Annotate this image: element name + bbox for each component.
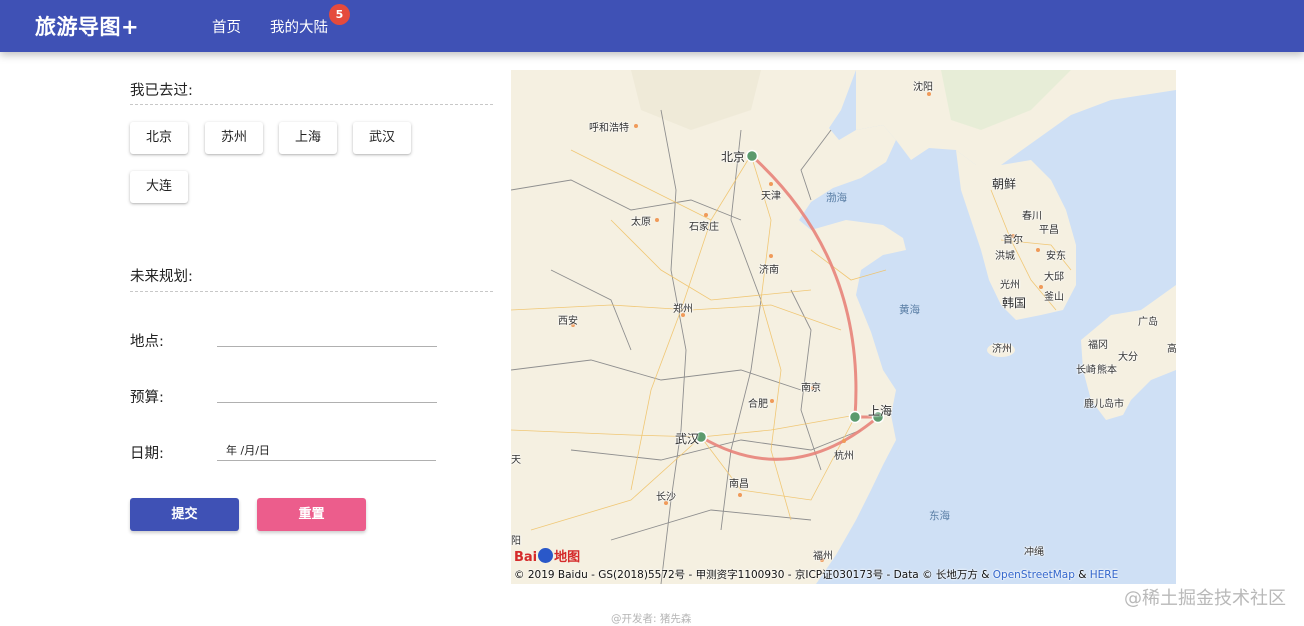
map-label-zhengzhou: 郑州 xyxy=(673,304,693,315)
baidu-logo-map-text: 地图 xyxy=(554,550,581,565)
map-label-fuzhou: 福州 xyxy=(813,551,833,562)
map-label-nagasaki: 长崎 xyxy=(1076,365,1096,376)
map-canvas xyxy=(511,70,1176,584)
map-label-shanghai: 上海 xyxy=(868,404,893,418)
app-bar: 旅游导图+ 首页 我的大陆 5 xyxy=(0,0,1304,52)
visited-city-chip[interactable]: 上海 xyxy=(279,122,337,154)
map-label-xian: 西安 xyxy=(558,316,578,327)
date-label: 日期: xyxy=(130,446,164,462)
map-label-jinan: 济南 xyxy=(759,265,779,276)
baidu-paw-icon xyxy=(538,548,554,563)
baidu-logo-text: Bai xyxy=(514,550,538,565)
map-label-shijiazhuang: 石家庄 xyxy=(689,222,719,233)
map-label-hohhot: 呼和浩特 xyxy=(589,123,629,134)
map-label-yang: 阳 xyxy=(511,536,521,547)
map-label-nanchang: 南昌 xyxy=(729,479,749,490)
openstreetmap-link[interactable]: OpenStreetMap xyxy=(993,569,1075,581)
visited-city-chip[interactable]: 苏州 xyxy=(205,122,263,154)
plan-title: 未来规划: xyxy=(130,269,193,285)
map-label-chunchuan: 春川 xyxy=(1022,211,1042,222)
map-label-daegu: 大邱 xyxy=(1044,272,1064,283)
map-label-gwangju: 光州 xyxy=(1000,280,1020,291)
here-link[interactable]: HERE xyxy=(1090,569,1118,581)
map-label-seoul: 首尔 xyxy=(1003,235,1023,246)
map-label-hiroshima: 广岛 xyxy=(1138,317,1158,328)
map-label-bohai: 渤海 xyxy=(826,192,847,204)
visited-city-chip[interactable]: 武汉 xyxy=(353,122,411,154)
map-label-shenyang: 沈阳 xyxy=(913,82,933,93)
map-label-beijing: 北京 xyxy=(721,150,746,164)
visited-city-chip[interactable]: 大连 xyxy=(130,171,188,203)
visited-divider xyxy=(130,104,493,105)
map-label-hangzhou: 杭州 xyxy=(834,451,854,462)
map-label-tianjin: 天津 xyxy=(761,191,781,202)
map-label-fukuoka: 福冈 xyxy=(1088,340,1108,351)
submit-button[interactable]: 提交 xyxy=(130,498,239,531)
map-label-okinawa: 冲绳 xyxy=(1024,547,1044,558)
nav-continent-link[interactable]: 我的大陆 xyxy=(270,16,328,37)
map-label-tian: 天 xyxy=(511,455,521,466)
map-label-dprk: 朝鲜 xyxy=(992,177,1017,191)
map-label-dafen: 大分 xyxy=(1118,352,1138,363)
map-label-busan: 釜山 xyxy=(1044,292,1064,303)
map-label-nanjing: 南京 xyxy=(801,383,821,394)
budget-input[interactable] xyxy=(217,381,437,403)
map-label-hefei: 合肥 xyxy=(748,399,768,410)
visited-city-chip[interactable]: 北京 xyxy=(130,122,188,154)
copyright-amp: & xyxy=(1074,569,1090,581)
map-view[interactable]: 沈阳 呼和浩特 北京 天津 渤海 朝鲜 春川 首尔 平昌 洪城 安东 大邱 光州… xyxy=(511,70,1176,584)
map-label-gaokou: 高 xyxy=(1167,344,1176,355)
map-label-east-sea: 东海 xyxy=(929,510,950,522)
map-label-hongcheng: 洪城 xyxy=(995,251,1015,262)
baidu-map-logo[interactable]: Bai 地图 xyxy=(514,546,580,565)
date-input[interactable]: 年 /月/日 xyxy=(217,441,436,461)
map-label-andong: 安东 xyxy=(1046,251,1066,262)
budget-label: 预算: xyxy=(130,390,164,406)
juejin-watermark: @稀土掘金技术社区 xyxy=(1124,588,1286,609)
map-copyright: © 2019 Baidu - GS(2018)5572号 - 甲测资字11009… xyxy=(514,567,1118,582)
map-label-korea: 韩国 xyxy=(1002,296,1027,310)
location-input[interactable] xyxy=(217,325,437,347)
brand-title[interactable]: 旅游导图+ xyxy=(35,11,139,41)
map-label-kumamoto: 熊本 xyxy=(1097,365,1117,376)
copyright-text: © 2019 Baidu - GS(2018)5572号 - 甲测资字11009… xyxy=(514,569,993,581)
map-label-wuhan: 武汉 xyxy=(675,432,700,446)
map-label-kagoshima: 鹿儿岛市 xyxy=(1084,399,1124,410)
notification-badge: 5 xyxy=(329,4,350,25)
map-label-pingchang: 平昌 xyxy=(1039,225,1059,236)
plan-divider xyxy=(130,291,493,292)
location-label: 地点: xyxy=(130,334,164,350)
visited-title: 我已去过: xyxy=(130,83,193,99)
map-label-changsha: 长沙 xyxy=(656,492,676,503)
reset-button[interactable]: 重置 xyxy=(257,498,366,531)
nav-home-link[interactable]: 首页 xyxy=(212,16,241,37)
map-label-jeju: 济州 xyxy=(992,344,1012,355)
map-label-taiyuan: 太原 xyxy=(631,217,651,228)
map-label-yellow-sea: 黄海 xyxy=(899,304,920,316)
